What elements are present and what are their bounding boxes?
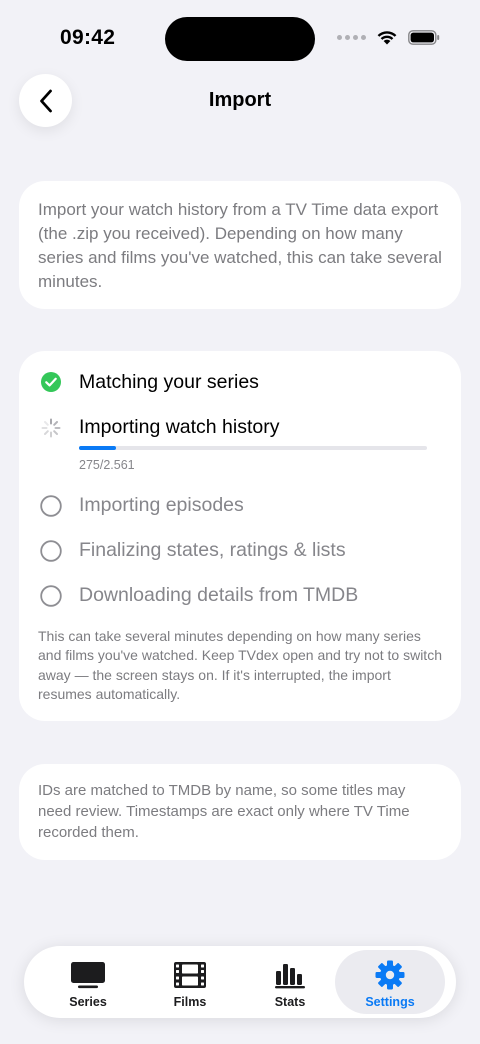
cellular-signal-icon: [337, 34, 366, 40]
tv-icon: [70, 960, 106, 990]
tab-films[interactable]: Films: [135, 950, 245, 1014]
empty-circle-icon: [40, 540, 62, 562]
wifi-icon: [377, 31, 397, 45]
spinner-icon: [41, 418, 61, 438]
tab-series[interactable]: Series: [33, 950, 143, 1014]
import-steps-card: Matching your series Importing watch his…: [19, 351, 461, 721]
tab-label: Films: [173, 995, 207, 1009]
film-icon: [172, 960, 208, 990]
intro-description: Import your watch history from a TV Time…: [38, 200, 442, 291]
step-label: Importing episodes: [79, 494, 244, 516]
page-title: Import: [208, 89, 272, 111]
checkmark-circle-icon: [41, 372, 61, 392]
gear-icon: [372, 960, 408, 990]
tab-label: Stats: [274, 995, 306, 1009]
intro-card: Import your watch history from a TV Time…: [19, 181, 461, 309]
tab-stats[interactable]: Stats: [235, 950, 345, 1014]
info-card: IDs are matched to TMDB by name, so some…: [19, 764, 461, 860]
import-progress-bar: [79, 446, 427, 450]
info-description: IDs are matched to TMDB by name, so some…: [38, 782, 410, 841]
step-label: Finalizing states, ratings & lists: [79, 539, 346, 561]
dynamic-island: [165, 17, 315, 61]
import-progress-fill: [79, 446, 117, 450]
status-bar: 09:42: [0, 0, 480, 80]
empty-circle-icon: [40, 495, 62, 517]
battery-icon: [408, 29, 440, 45]
tab-bar: Series Films Stats Settings: [24, 946, 456, 1018]
tab-label: Settings: [365, 995, 415, 1009]
tab-label: Series: [69, 995, 107, 1009]
step-label: Importing watch history: [79, 416, 280, 438]
steps-note: This can take several minutes depending …: [38, 628, 442, 702]
step-label: Matching your series: [79, 371, 259, 393]
progress-count: 275/2.561: [79, 458, 135, 472]
step-label: Downloading details from TMDB: [79, 584, 359, 606]
status-icons: [337, 29, 440, 45]
empty-circle-icon: [40, 585, 62, 607]
status-time: 09:42: [60, 26, 116, 49]
tab-settings[interactable]: Settings: [335, 950, 445, 1014]
bar-chart-icon: [272, 960, 308, 990]
